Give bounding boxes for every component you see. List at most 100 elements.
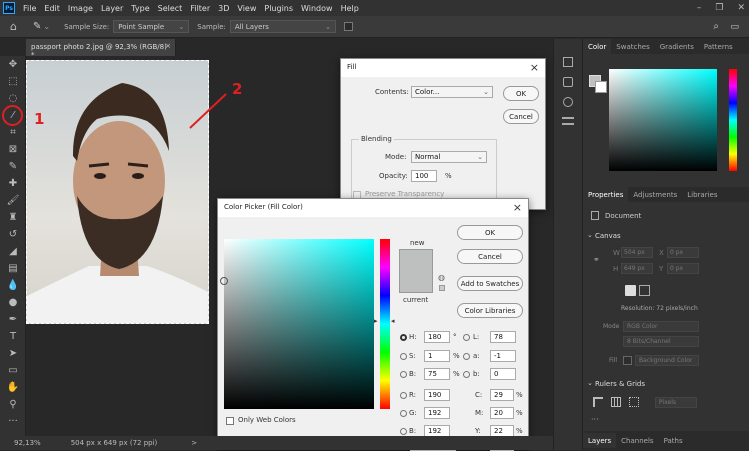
x-input[interactable]: 0 px	[667, 247, 699, 258]
a-input[interactable]: -1	[490, 350, 516, 362]
grid-icon[interactable]	[611, 397, 621, 407]
rectangle-tool-icon[interactable]: ▭	[0, 362, 26, 379]
type-tool-icon[interactable]: T	[0, 328, 26, 345]
close-tab-icon[interactable]: ×	[165, 42, 171, 50]
eraser-tool-icon[interactable]: ◢	[0, 243, 26, 260]
magic-wand-tool-icon[interactable]: ⁄	[0, 105, 26, 126]
portrait-orientation-button[interactable]	[625, 285, 636, 296]
healing-brush-tool-icon[interactable]: ✚	[0, 175, 26, 192]
contents-select[interactable]: Color... ⌄	[411, 86, 493, 98]
crop-tool-icon[interactable]: ⌗	[0, 124, 26, 141]
picker-cancel-button[interactable]: Cancel	[457, 249, 523, 264]
history-icon[interactable]	[563, 57, 573, 67]
height-input[interactable]: 649 px	[621, 263, 653, 274]
menu-layer[interactable]: Layer	[97, 4, 127, 13]
more-tools-icon[interactable]: ···	[0, 413, 26, 430]
fill-swatch[interactable]	[623, 356, 632, 365]
tab-color[interactable]: Color	[583, 39, 612, 54]
menu-window[interactable]: Window	[297, 4, 337, 13]
close-icon[interactable]: ×	[513, 201, 522, 214]
tab-adjustments[interactable]: Adjustments	[628, 187, 682, 202]
show-sampling-ring-checkbox[interactable]	[343, 22, 353, 31]
rulers-chevron-icon[interactable]: ⌄	[587, 379, 593, 387]
workspace-icon[interactable]: ▭	[730, 22, 739, 32]
zoom-tool-icon[interactable]: ⚲	[0, 396, 26, 413]
close-icon[interactable]: ×	[530, 61, 539, 74]
canvas-chevron-icon[interactable]: ⌄	[587, 231, 593, 239]
tab-channels[interactable]: Channels	[616, 433, 658, 448]
menu-type[interactable]: Type	[127, 4, 153, 13]
tab-paths[interactable]: Paths	[659, 433, 688, 448]
picker-ok-button[interactable]: OK	[457, 225, 523, 240]
dodge-tool-icon[interactable]: ●	[0, 294, 26, 311]
status-arrow-icon[interactable]: >	[191, 439, 197, 447]
sample-size-select[interactable]: Point Sample	[113, 20, 190, 33]
background-color-swatch[interactable]	[595, 81, 607, 93]
gradient-tool-icon[interactable]: ▤	[0, 260, 26, 277]
web-safe-swatch[interactable]	[439, 285, 445, 291]
sample-select[interactable]: All Layers	[229, 20, 336, 33]
more-options-icon[interactable]: ···	[591, 415, 599, 424]
hue-radio[interactable]	[400, 334, 407, 341]
saturation-input[interactable]: 1	[424, 350, 450, 362]
passport-photo[interactable]	[26, 60, 209, 324]
clone-stamp-tool-icon[interactable]: ♜	[0, 209, 26, 226]
hand-tool-icon[interactable]: ✋	[0, 379, 26, 396]
units-select[interactable]: Pixels	[655, 397, 697, 408]
guides-icon[interactable]	[629, 397, 639, 407]
menu-file[interactable]: File	[19, 4, 40, 13]
path-selection-tool-icon[interactable]: ➤	[0, 345, 26, 362]
brush-tool-icon[interactable]: 🖌	[0, 192, 26, 209]
a-radio[interactable]	[463, 353, 470, 360]
marquee-tool-icon[interactable]: ⬚	[0, 73, 26, 90]
menu-plugins[interactable]: Plugins	[260, 4, 297, 13]
tab-swatches[interactable]: Swatches	[611, 39, 654, 54]
l-input[interactable]: 78	[490, 331, 516, 343]
menu-image[interactable]: Image	[64, 4, 97, 13]
ruler-icon[interactable]	[593, 397, 603, 407]
brightness-input[interactable]: 75	[424, 368, 450, 380]
eyedropper-tool-icon[interactable]: ✎	[0, 158, 26, 175]
frame-tool-icon[interactable]: ⊠	[0, 141, 26, 158]
pen-tool-icon[interactable]: ✒	[0, 311, 26, 328]
mode-select[interactable]: Normal ⌄	[411, 151, 487, 163]
close-window-icon[interactable]: ✕	[737, 3, 745, 13]
lab-b-input[interactable]: 0	[490, 368, 516, 380]
adjust-sliders-icon[interactable]	[562, 117, 574, 125]
color-field[interactable]	[220, 239, 374, 409]
landscape-orientation-button[interactable]	[639, 285, 650, 296]
color-panel-field[interactable]	[609, 69, 717, 171]
lab-b-radio[interactable]	[463, 371, 470, 378]
tool-preset-chevron-icon[interactable]: ⌄	[43, 22, 50, 31]
tab-properties[interactable]: Properties	[583, 187, 629, 202]
opacity-input[interactable]: 100	[411, 170, 437, 182]
maximize-icon[interactable]: ❐	[715, 3, 723, 13]
blue-radio[interactable]	[400, 428, 407, 435]
info-icon[interactable]	[563, 97, 573, 107]
green-radio[interactable]	[400, 410, 407, 417]
history-brush-tool-icon[interactable]: ↺	[0, 226, 26, 243]
l-radio[interactable]	[463, 334, 470, 341]
hue-input[interactable]: 180	[424, 331, 450, 343]
move-tool-icon[interactable]: ✥	[0, 56, 26, 73]
color-panel-hue-slider[interactable]	[729, 69, 737, 171]
cyan-input[interactable]: 29	[490, 389, 514, 401]
menu-select[interactable]: Select	[154, 4, 187, 13]
width-input[interactable]: 504 px	[621, 247, 653, 258]
gamut-warning-icon[interactable]: ◍	[438, 273, 445, 282]
menu-help[interactable]: Help	[337, 4, 363, 13]
link-icon[interactable]: ⚭	[593, 255, 600, 264]
add-to-swatches-button[interactable]: Add to Swatches	[457, 276, 523, 291]
menu-3d[interactable]: 3D	[214, 4, 233, 13]
only-web-colors-checkbox[interactable]	[226, 417, 234, 425]
home-icon[interactable]: ⌂	[10, 20, 17, 33]
hue-slider[interactable]	[380, 239, 390, 409]
menu-filter[interactable]: Filter	[186, 4, 214, 13]
layer-comps-icon[interactable]	[563, 77, 573, 87]
menu-view[interactable]: View	[233, 4, 260, 13]
fill-ok-button[interactable]: OK	[503, 86, 539, 101]
bit-depth-select[interactable]: 8 Bits/Channel	[623, 336, 699, 347]
fill-cancel-button[interactable]: Cancel	[503, 109, 539, 124]
search-icon[interactable]: ⌕	[713, 21, 719, 32]
blur-tool-icon[interactable]: 💧	[0, 277, 26, 294]
